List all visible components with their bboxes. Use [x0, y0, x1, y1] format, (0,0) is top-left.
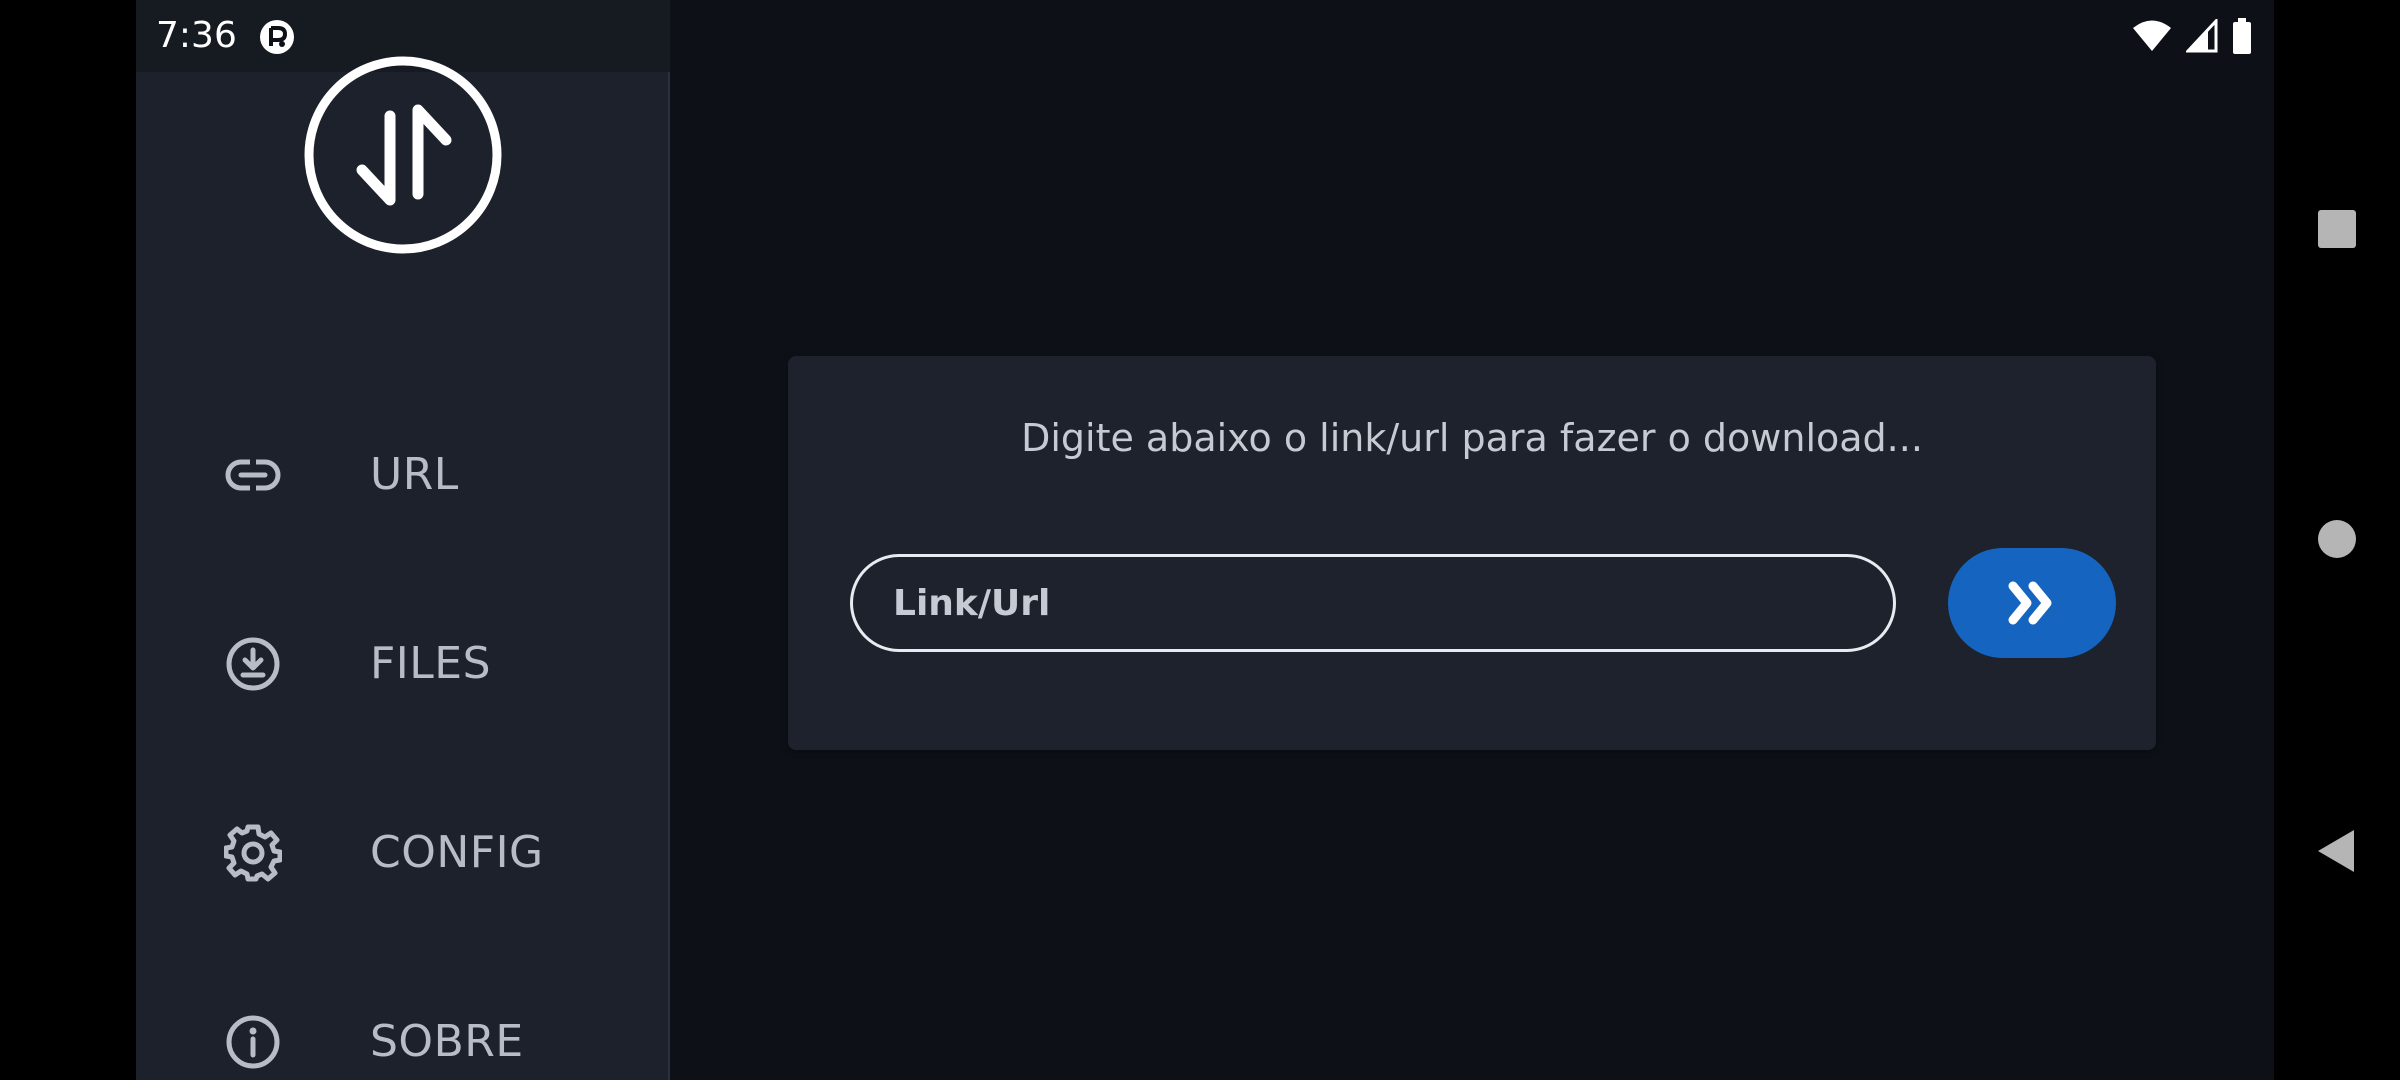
app-notification-icon: [260, 20, 294, 54]
sidebar: URL FILES CONFIG SOBRE: [136, 0, 670, 1080]
download-circle-icon: [226, 637, 280, 691]
sidebar-item-label: CONFIG: [370, 827, 544, 878]
sidebar-item-sobre[interactable]: SOBRE: [136, 982, 668, 1080]
double-chevron-right-icon: [2008, 581, 2052, 625]
app-screen: URL FILES CONFIG SOBRE 7:36 Digite abaix…: [136, 0, 2274, 1080]
sidebar-item-url[interactable]: URL: [136, 415, 668, 535]
sidebar-item-label: SOBRE: [370, 1016, 524, 1067]
home-icon[interactable]: [2314, 516, 2360, 562]
status-time: 7:36: [156, 15, 237, 56]
submit-download-button[interactable]: [1948, 548, 2116, 658]
download-upload-arrows-icon: [304, 56, 502, 254]
gear-icon: [224, 824, 282, 882]
sidebar-item-config[interactable]: CONFIG: [136, 793, 668, 913]
wifi-icon: [2133, 20, 2171, 51]
back-icon[interactable]: [2314, 828, 2360, 874]
info-icon: [226, 1015, 280, 1069]
recents-icon[interactable]: [2314, 206, 2360, 252]
sidebar-item-label: FILES: [370, 638, 492, 689]
status-bar: 7:36: [136, 0, 2274, 72]
link-icon: [225, 458, 281, 492]
download-prompt: Digite abaixo o link/url para fazer o do…: [1021, 416, 1923, 460]
sidebar-item-label: URL: [370, 449, 459, 500]
sidebar-item-files[interactable]: FILES: [136, 604, 668, 724]
url-download-card: Digite abaixo o link/url para fazer o do…: [788, 356, 2156, 750]
url-input[interactable]: [850, 554, 1896, 652]
battery-icon: [2233, 18, 2251, 54]
signal-icon: [2186, 19, 2218, 53]
system-navigation-bar: [2274, 0, 2400, 1080]
